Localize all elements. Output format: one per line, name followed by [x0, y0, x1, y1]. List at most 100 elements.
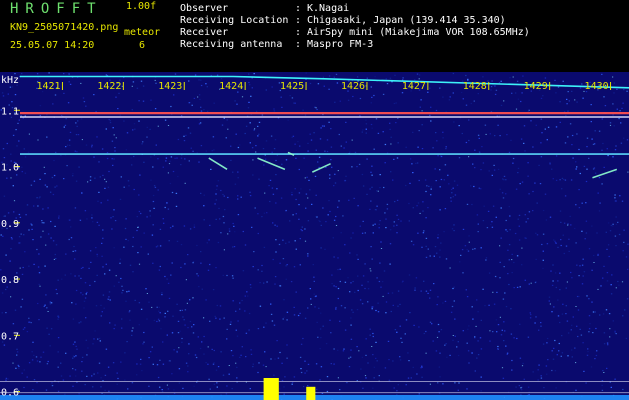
noise-speck — [121, 327, 123, 329]
noise-speck — [542, 259, 544, 261]
noise-speck — [448, 183, 450, 185]
noise-speck — [228, 228, 231, 230]
noise-speck — [485, 257, 488, 259]
noise-speck — [459, 261, 461, 263]
noise-speck — [279, 285, 282, 287]
noise-speck — [346, 382, 348, 384]
noise-speck — [503, 340, 505, 342]
noise-speck — [500, 237, 502, 239]
noise-speck — [373, 148, 375, 150]
noise-speck — [119, 258, 122, 260]
noise-speck — [519, 357, 522, 359]
noise-speck — [131, 109, 133, 111]
noise-speck — [467, 328, 469, 330]
noise-speck — [80, 277, 82, 279]
noise-speck — [232, 277, 234, 279]
noise-speck — [458, 382, 460, 384]
noise-speck — [235, 329, 237, 331]
noise-speck — [329, 319, 331, 321]
noise-speck — [361, 284, 363, 286]
noise-speck — [575, 204, 577, 206]
noise-speck — [474, 370, 476, 372]
noise-speck — [330, 363, 332, 365]
noise-speck — [529, 312, 531, 314]
noise-speck — [315, 194, 317, 196]
noise-bright — [146, 293, 148, 294]
noise-speck — [159, 312, 161, 314]
noise-speck — [618, 117, 620, 120]
noise-speck — [117, 108, 119, 110]
noise-speck — [437, 382, 439, 384]
noise-speck — [23, 148, 25, 150]
noise-speck — [221, 124, 224, 126]
noise-speck — [507, 249, 509, 251]
noise-speck — [191, 326, 193, 328]
noise-speck — [50, 237, 52, 239]
noise-speck — [534, 281, 537, 284]
noise-speck — [474, 337, 476, 339]
noise-bright — [227, 233, 229, 235]
noise-speck — [471, 203, 473, 206]
noise-speck — [562, 303, 564, 305]
noise-speck — [389, 77, 392, 79]
noise-speck — [5, 288, 7, 291]
noise-speck — [510, 308, 512, 310]
noise-speck — [389, 122, 391, 124]
noise-speck — [257, 232, 259, 235]
noise-speck — [247, 295, 249, 297]
noise-speck — [225, 393, 228, 395]
noise-speck — [503, 266, 505, 268]
noise-bright — [223, 249, 225, 251]
noise-speck — [362, 185, 365, 187]
noise-speck — [499, 188, 501, 190]
noise-speck — [497, 168, 500, 170]
noise-bright — [10, 177, 12, 179]
noise-speck — [149, 351, 152, 353]
noise-speck — [81, 192, 83, 194]
noise-speck — [169, 182, 172, 185]
noise-speck — [203, 109, 205, 111]
noise-speck — [538, 364, 540, 366]
noise-speck — [175, 205, 178, 207]
noise-speck — [164, 275, 166, 278]
noise-speck — [623, 89, 625, 91]
noise-speck — [409, 158, 412, 160]
noise-speck — [412, 172, 414, 174]
noise-speck — [203, 219, 205, 221]
noise-speck — [597, 192, 599, 194]
noise-speck — [425, 237, 428, 239]
noise-speck — [239, 308, 241, 310]
noise-speck — [214, 315, 216, 317]
noise-speck — [615, 333, 617, 335]
noise-speck — [127, 180, 130, 182]
noise-speck — [400, 220, 402, 222]
noise-speck — [571, 134, 574, 137]
noise-speck — [612, 320, 614, 322]
noise-speck — [263, 212, 266, 214]
noise-speck — [33, 205, 35, 207]
noise-speck — [247, 107, 250, 109]
noise-speck — [12, 134, 15, 136]
noise-speck — [158, 310, 160, 312]
noise-speck — [226, 328, 228, 330]
noise-speck — [21, 273, 24, 275]
noise-speck — [537, 369, 539, 371]
noise-speck — [315, 295, 317, 297]
noise-speck — [408, 202, 410, 205]
noise-bright — [485, 133, 487, 135]
noise-speck — [16, 272, 18, 274]
noise-speck — [534, 182, 536, 184]
noise-speck — [430, 188, 432, 190]
noise-speck — [337, 257, 339, 259]
noise-speck — [293, 102, 295, 104]
noise-speck — [337, 287, 340, 290]
noise-speck — [393, 102, 396, 105]
x-tick-label: 1424 — [219, 81, 243, 92]
noise-speck — [207, 363, 209, 365]
noise-speck — [150, 99, 152, 101]
noise-speck — [512, 162, 514, 164]
noise-speck — [118, 281, 120, 283]
noise-speck — [255, 145, 257, 147]
noise-speck — [530, 120, 532, 122]
noise-speck — [164, 206, 166, 209]
